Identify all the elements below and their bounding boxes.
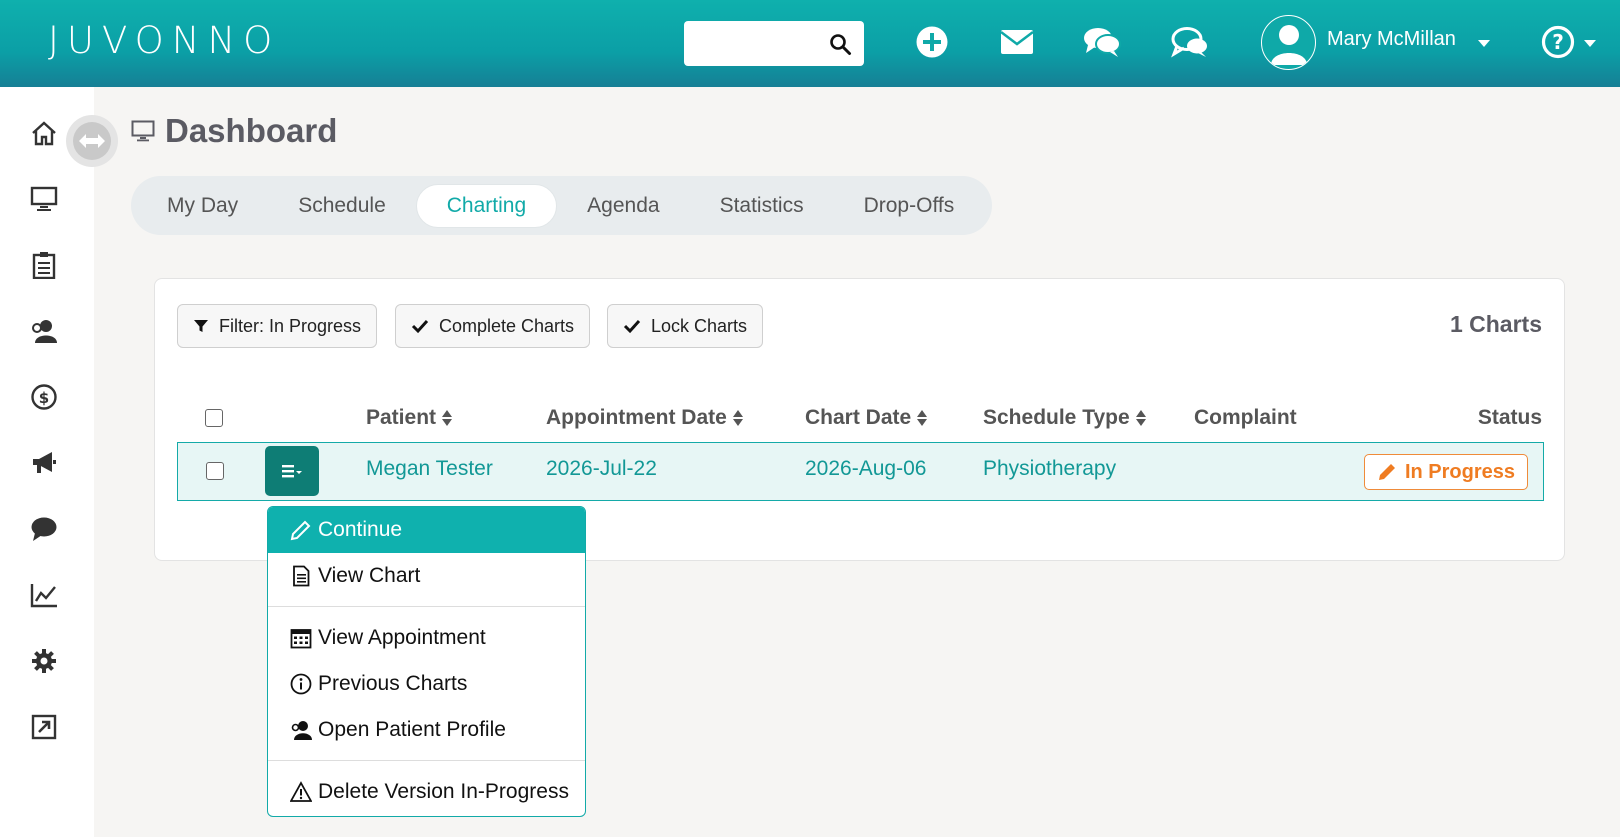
- patient-icon: [291, 721, 312, 740]
- svg-text:$: $: [39, 389, 49, 407]
- dashboard-tabs: My Day Schedule Charting Agenda Statisti…: [131, 176, 992, 235]
- menu-item-delete-version[interactable]: Delete Version In-Progress: [268, 769, 585, 815]
- pencil-icon: [290, 520, 311, 541]
- sort-icon: [442, 409, 453, 427]
- menu-item-label: View Chart: [318, 564, 421, 587]
- column-header-complaint: Complaint: [1194, 406, 1297, 429]
- external-link-icon[interactable]: [28, 711, 60, 743]
- checkmark-icon: [411, 319, 429, 334]
- page-title: Dashboard: [131, 112, 337, 150]
- tab-drop-offs[interactable]: Drop-Offs: [834, 185, 985, 227]
- complete-charts-button[interactable]: Complete Charts: [395, 304, 591, 348]
- row-actions-menu: Continue View Chart View Appointment Pre…: [267, 506, 586, 817]
- mail-icon[interactable]: [997, 22, 1037, 62]
- document-icon: [293, 565, 310, 587]
- sort-icon: [917, 409, 928, 427]
- user-icon: [1270, 24, 1307, 65]
- lock-charts-label: Lock Charts: [651, 315, 748, 336]
- gear-icon[interactable]: [28, 645, 60, 677]
- status-badge[interactable]: In Progress: [1363, 454, 1528, 490]
- sidebar-toggle-button[interactable]: [66, 115, 118, 167]
- menu-item-view-chart[interactable]: View Chart: [268, 553, 585, 599]
- calendar-icon: [290, 629, 312, 649]
- menu-item-label: Open Patient Profile: [318, 718, 506, 741]
- menu-divider: [268, 760, 585, 761]
- charts-count: 1 Charts: [1449, 311, 1542, 337]
- info-icon: [290, 673, 312, 695]
- menu-item-label: Continue: [318, 518, 403, 541]
- sort-icon: [732, 409, 744, 427]
- row-checkbox[interactable]: [206, 462, 224, 480]
- complete-charts-label: Complete Charts: [439, 315, 575, 336]
- column-header-patient[interactable]: Patient: [366, 406, 453, 430]
- row-actions-button[interactable]: [265, 446, 319, 496]
- column-header-status: Status: [1477, 406, 1542, 429]
- help-chevron-down-icon[interactable]: [1584, 40, 1596, 47]
- status-label: In Progress: [1404, 460, 1515, 483]
- billing-icon[interactable]: $: [28, 381, 60, 413]
- patient-name-link[interactable]: Megan Tester: [366, 457, 493, 481]
- tab-schedule[interactable]: Schedule: [268, 185, 416, 227]
- help-icon[interactable]: ?: [1538, 22, 1578, 62]
- menu-item-continue[interactable]: Continue: [268, 507, 585, 553]
- column-header-appointment-date[interactable]: Appointment Date: [546, 406, 744, 430]
- menu-item-open-patient-profile[interactable]: Open Patient Profile: [268, 707, 585, 753]
- column-header-chart-date[interactable]: Chart Date: [805, 406, 928, 430]
- chat-icon[interactable]: [1082, 22, 1122, 62]
- home-icon[interactable]: [28, 117, 60, 149]
- table-row[interactable]: Megan Tester 2026-Jul-22 2026-Aug-06 Phy…: [177, 442, 1544, 501]
- menu-item-label: Delete Version In-Progress: [318, 780, 569, 803]
- expand-arrows-icon: [79, 134, 105, 148]
- filter-button-label: Filter: In Progress: [219, 315, 362, 336]
- search-icon[interactable]: [828, 32, 852, 56]
- messages-icon[interactable]: [28, 513, 60, 545]
- chevron-down-icon[interactable]: [1478, 40, 1490, 47]
- patients-icon[interactable]: [28, 315, 60, 347]
- list-dropdown-icon: [282, 465, 302, 478]
- juvonno-logo[interactable]: JUVONNO: [48, 12, 280, 68]
- tab-charting[interactable]: Charting: [415, 183, 558, 228]
- schedule-type-link[interactable]: Physiotherapy: [983, 457, 1116, 481]
- search-box[interactable]: [684, 21, 864, 66]
- menu-item-label: Previous Charts: [318, 672, 468, 695]
- menu-item-view-appointment[interactable]: View Appointment: [268, 615, 585, 661]
- menu-item-label: View Appointment: [318, 626, 486, 649]
- column-header-schedule-type[interactable]: Schedule Type: [983, 406, 1147, 430]
- top-bar: JUVONNO Mary McMillan ?: [0, 0, 1620, 87]
- pencil-icon: [1378, 464, 1395, 480]
- appointment-date-link[interactable]: 2026-Jul-22: [546, 457, 657, 481]
- left-sidebar: $: [0, 87, 94, 837]
- svg-text:?: ?: [1552, 30, 1564, 54]
- megaphone-icon[interactable]: [28, 447, 60, 479]
- clipboard-icon[interactable]: [28, 249, 60, 281]
- discussion-icon[interactable]: [1170, 22, 1210, 62]
- avatar[interactable]: [1261, 15, 1316, 70]
- add-icon[interactable]: [912, 22, 952, 62]
- warning-icon: [290, 781, 312, 802]
- user-menu[interactable]: Mary McMillan: [1327, 28, 1456, 51]
- statistics-icon[interactable]: [28, 579, 60, 611]
- menu-item-previous-charts[interactable]: Previous Charts: [268, 661, 585, 707]
- filter-icon: [194, 320, 208, 332]
- monitor-icon: [131, 120, 155, 142]
- sort-icon: [1135, 409, 1147, 427]
- filter-button[interactable]: Filter: In Progress: [177, 304, 378, 348]
- page-title-text: Dashboard: [165, 112, 338, 149]
- select-all-checkbox[interactable]: [205, 409, 223, 427]
- checkmark-icon: [623, 319, 641, 334]
- chart-date-link[interactable]: 2026-Aug-06: [805, 457, 926, 481]
- tab-statistics[interactable]: Statistics: [690, 185, 834, 227]
- lock-charts-button[interactable]: Lock Charts: [607, 304, 764, 348]
- menu-divider: [268, 606, 585, 607]
- tab-my-day[interactable]: My Day: [137, 185, 268, 227]
- monitor-icon[interactable]: [28, 183, 60, 215]
- tab-agenda[interactable]: Agenda: [557, 185, 689, 227]
- search-input[interactable]: [692, 29, 822, 59]
